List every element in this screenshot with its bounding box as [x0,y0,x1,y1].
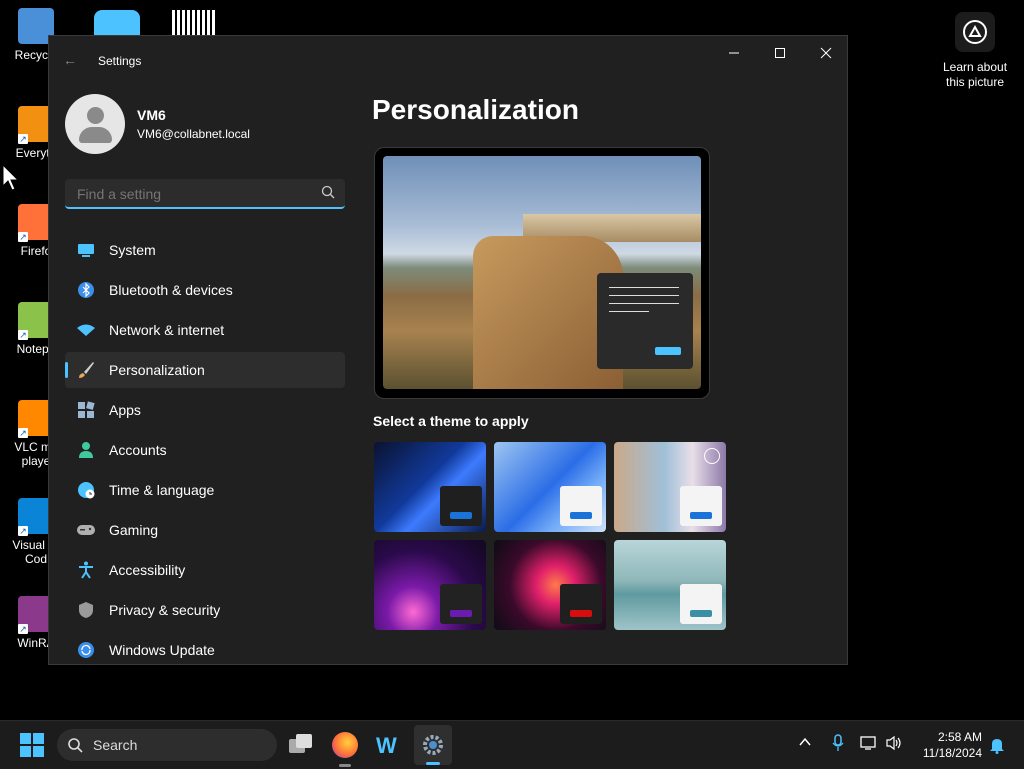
theme-dark-bloom[interactable] [374,442,486,532]
app-desktop-icon[interactable] [172,10,216,36]
title-bar: ← Settings [49,36,847,84]
windows-logo-icon [20,733,44,757]
nav-item-label: Gaming [109,522,159,538]
apps-icon [76,400,96,420]
user-name: VM6 [137,107,166,123]
theme-window-preview [440,584,482,624]
nav-item-windows-update[interactable]: Windows Update [65,632,345,664]
nav-item-privacy-security[interactable]: Privacy & security [65,592,345,628]
maximize-button[interactable] [757,36,803,70]
shield-icon [76,600,96,620]
settings-nav: System Bluetooth & devices Network & inter… [65,232,345,664]
camera-icon [955,12,995,52]
wallpaper-preview-image [383,156,701,389]
window-title: Settings [98,54,142,68]
shortcut-arrow-icon: ↗ [18,330,28,340]
volume-icon[interactable] [885,735,903,756]
search-input[interactable] [75,185,309,203]
theme-flowers[interactable] [614,442,726,532]
nav-item-network-internet[interactable]: Network & internet [65,312,345,348]
find-setting-search[interactable] [65,179,345,209]
wifi-icon [76,320,96,340]
clock-time: 2:58 AM [937,730,982,744]
nav-item-accounts[interactable]: Accounts [65,432,345,468]
nav-item-accessibility[interactable]: Accessibility [65,552,345,588]
search-icon [67,737,83,758]
shortcut-arrow-icon: ↗ [18,232,28,242]
display-icon [76,240,96,260]
theme-window-preview [440,486,482,526]
nav-item-label: Accessibility [109,562,186,578]
firefox-taskbar-icon[interactable] [332,732,358,758]
nav-item-label: Accounts [109,442,167,458]
nav-item-label: Time & language [109,482,215,498]
theme-preview [374,147,710,399]
nav-item-label: Personalization [109,362,205,378]
start-button[interactable] [20,733,44,762]
themes-heading: Select a theme to apply [373,413,529,429]
person-icon [76,440,96,460]
theme-window-preview [560,584,602,624]
accessibility-icon [76,560,96,580]
nav-item-time-language[interactable]: Time & language [65,472,345,508]
taskbar-search[interactable]: Search [57,729,277,761]
nav-item-system[interactable]: System [65,232,345,268]
avatar [65,94,125,154]
search-icon [321,185,335,204]
minimize-button[interactable] [711,36,757,70]
nav-item-label: Network & internet [109,322,225,338]
nav-item-label: Apps [109,402,141,418]
theme-window-preview [560,486,602,526]
chevron-up-icon[interactable] [798,735,812,754]
theme-window-preview [680,584,722,624]
nav-item-label: System [109,242,156,258]
user-email: VM6@collabnet.local [137,127,250,141]
theme-sunrise[interactable] [614,540,726,630]
task-view-icon[interactable] [289,734,313,754]
shortcut-arrow-icon: ↗ [18,428,28,438]
nav-item-label: Bluetooth & devices [109,282,233,298]
shortcut-arrow-icon: ↗ [18,134,28,144]
nav-item-label: Windows Update [109,642,215,658]
taskbar-search-label: Search [93,737,138,753]
app-taskbar-icon[interactable]: W [376,733,397,759]
close-button[interactable] [803,36,847,70]
spotlight-icon [704,448,720,464]
mouse-cursor-icon [2,164,20,191]
app-desktop-icon[interactable] [94,10,140,36]
preview-dialog [597,273,693,369]
user-profile[interactable]: VM6 VM6@collabnet.local [65,94,250,154]
learn-about-picture[interactable]: Learn about this picture [935,12,1015,90]
theme-light-bloom[interactable] [494,442,606,532]
network-icon[interactable] [860,735,878,756]
nav-item-bluetooth-devices[interactable]: Bluetooth & devices [65,272,345,308]
back-arrow-icon[interactable]: ← [63,52,77,68]
microphone-icon[interactable] [832,734,844,757]
taskbar: Search W 2:58 AM 11/18/2024 [0,720,1024,769]
gamepad-icon [76,520,96,540]
shortcut-arrow-icon: ↗ [18,624,28,634]
settings-window: ← Settings VM6 VM6@collabnet.local Syste… [48,35,848,665]
gear-icon [423,735,443,755]
settings-taskbar-button[interactable] [414,725,452,765]
nav-item-label: Privacy & security [109,602,221,618]
main-pane: Personalization Select a theme to apply [372,94,726,630]
page-title: Personalization [372,94,579,125]
clock-date: 11/18/2024 [922,746,982,760]
nav-item-apps[interactable]: Apps [65,392,345,428]
globe-clock-icon [76,480,96,500]
clock[interactable]: 2:58 AM 11/18/2024 [912,729,982,761]
notification-bell-icon[interactable] [989,736,1005,759]
shortcut-arrow-icon: ↗ [18,526,28,536]
learn-about-label: Learn about this picture [942,60,1008,89]
brush-icon [76,360,96,380]
theme-captured-motion[interactable] [494,540,606,630]
nav-item-gaming[interactable]: Gaming [65,512,345,548]
nav-item-personalization[interactable]: Personalization [65,352,345,388]
bluetooth-icon [76,280,96,300]
theme-window-preview [680,486,722,526]
update-icon [76,640,96,660]
theme-glow[interactable] [374,540,486,630]
